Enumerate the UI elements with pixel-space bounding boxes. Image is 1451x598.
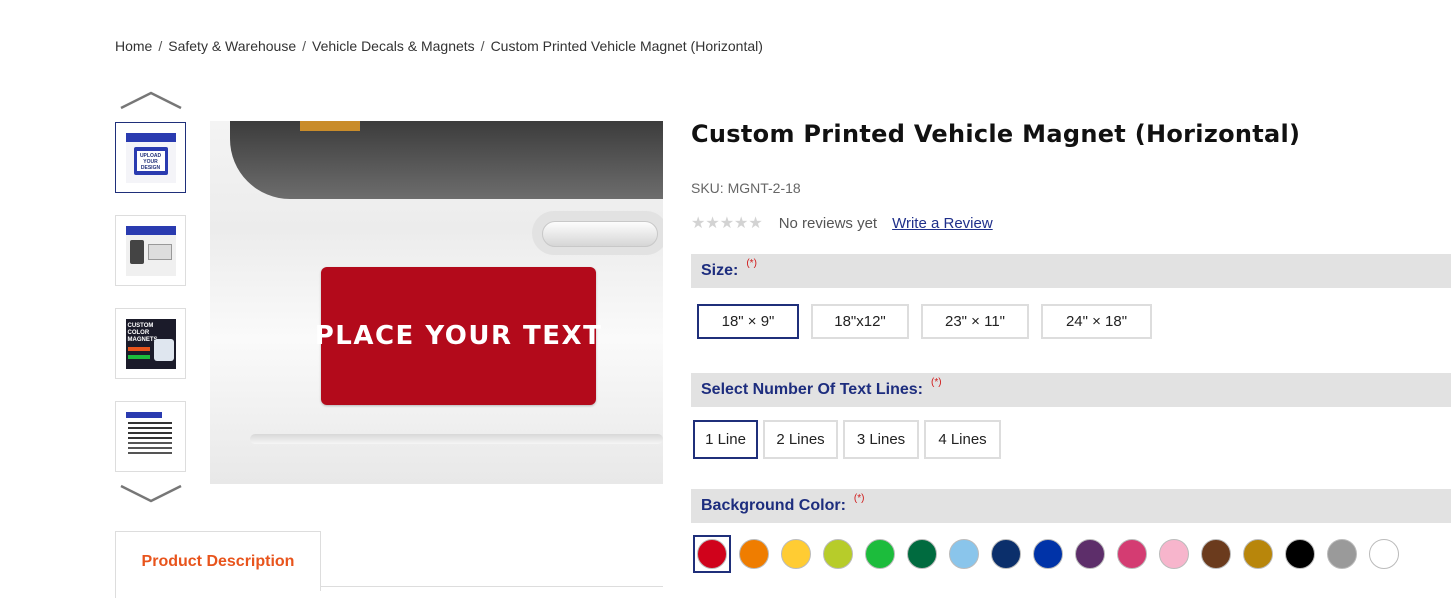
text-lines-option-2[interactable]: 2 Lines bbox=[763, 420, 838, 459]
color-swatch-11[interactable] bbox=[1113, 535, 1151, 573]
text-lines-label: Select Number Of Text Lines: bbox=[701, 381, 923, 398]
color-swatch-13[interactable] bbox=[1197, 535, 1235, 573]
thumbnail-image: CUSTOM COLOR MAGNETS bbox=[125, 318, 176, 369]
magnet-preview-text: PLACE YOUR TEXT bbox=[314, 321, 603, 351]
color-swatch-10[interactable] bbox=[1071, 535, 1109, 573]
thumbnail-gallery: UPLOAD YOUR DESIGN CUSTOM COLOR MAGNETS bbox=[115, 88, 187, 506]
star-rating-icon: ★★★★★ bbox=[691, 215, 763, 232]
breadcrumb-separator: / bbox=[302, 38, 307, 54]
color-swatch-14[interactable] bbox=[1239, 535, 1277, 573]
color-swatch-circle bbox=[1159, 539, 1189, 569]
breadcrumb-safety-warehouse[interactable]: Safety & Warehouse bbox=[168, 38, 296, 54]
color-swatch-1[interactable] bbox=[693, 535, 731, 573]
size-option-header: Size: (*) bbox=[691, 254, 1451, 288]
color-swatch-12[interactable] bbox=[1155, 535, 1193, 573]
required-marker: (*) bbox=[746, 257, 757, 269]
chevron-up-icon[interactable] bbox=[113, 88, 185, 112]
color-swatch-circle bbox=[1285, 539, 1315, 569]
background-color-option-header: Background Color: (*) bbox=[691, 489, 1451, 523]
color-swatch-17[interactable] bbox=[1365, 535, 1403, 573]
color-swatch-circle bbox=[823, 539, 853, 569]
breadcrumb-home[interactable]: Home bbox=[115, 38, 152, 54]
color-swatch-circle bbox=[907, 539, 937, 569]
required-marker: (*) bbox=[930, 376, 942, 388]
color-swatch-15[interactable] bbox=[1281, 535, 1319, 573]
color-swatch-circle bbox=[991, 539, 1021, 569]
magnet-preview: PLACE YOUR TEXT bbox=[315, 267, 601, 405]
tab-divider bbox=[321, 586, 663, 587]
write-review-link[interactable]: Write a Review bbox=[892, 215, 993, 232]
text-lines-option-1[interactable]: 1 Line bbox=[693, 420, 758, 459]
chevron-down-icon[interactable] bbox=[113, 482, 185, 506]
color-swatch-circle bbox=[739, 539, 769, 569]
product-sku: SKU: MGNT-2-18 bbox=[691, 180, 801, 196]
size-options: 18" × 9" 18"x12" 23" × 11" 24" × 18" bbox=[697, 304, 1164, 339]
color-swatch-4[interactable] bbox=[819, 535, 857, 573]
color-swatch-circle bbox=[1327, 539, 1357, 569]
color-swatch-circle bbox=[865, 539, 895, 569]
color-swatch-5[interactable] bbox=[861, 535, 899, 573]
tab-border bbox=[115, 586, 116, 598]
thumbnail-label: CUSTOM COLOR MAGNETS bbox=[127, 322, 158, 343]
thumbnail-image bbox=[125, 411, 176, 462]
size-label: Size: bbox=[701, 262, 739, 279]
no-reviews-text: No reviews yet bbox=[778, 214, 878, 232]
thumbnail-1[interactable]: UPLOAD YOUR DESIGN bbox=[115, 122, 186, 193]
text-lines-option-3[interactable]: 3 Lines bbox=[843, 420, 919, 459]
breadcrumb-separator: / bbox=[480, 38, 485, 54]
color-swatch-circle bbox=[1033, 539, 1063, 569]
color-swatch-2[interactable] bbox=[735, 535, 773, 573]
color-swatch-8[interactable] bbox=[987, 535, 1025, 573]
thumbnail-image: UPLOAD YOUR DESIGN bbox=[125, 132, 176, 183]
product-title: Custom Printed Vehicle Magnet (Horizonta… bbox=[691, 120, 1301, 148]
text-lines-options: 1 Line 2 Lines 3 Lines 4 Lines bbox=[693, 420, 1006, 459]
thumbnail-image bbox=[125, 225, 176, 276]
color-swatch-6[interactable] bbox=[903, 535, 941, 573]
tab-product-description[interactable]: Product Description bbox=[115, 531, 321, 591]
size-option-18x12[interactable]: 18"x12" bbox=[811, 304, 909, 339]
door-handle bbox=[542, 221, 658, 247]
color-swatch-9[interactable] bbox=[1029, 535, 1067, 573]
color-swatch-3[interactable] bbox=[777, 535, 815, 573]
color-swatch-circle bbox=[1117, 539, 1147, 569]
breadcrumb-separator: / bbox=[158, 38, 163, 54]
color-swatch-circle bbox=[697, 539, 727, 569]
color-swatch-circle bbox=[1369, 539, 1399, 569]
background-color-swatches bbox=[693, 535, 1407, 573]
background-color-label: Background Color: bbox=[701, 497, 846, 514]
size-option-18x9[interactable]: 18" × 9" bbox=[697, 304, 799, 339]
color-swatch-7[interactable] bbox=[945, 535, 983, 573]
color-swatch-circle bbox=[1201, 539, 1231, 569]
thumbnail-3[interactable]: CUSTOM COLOR MAGNETS bbox=[115, 308, 186, 379]
tab-product-description-label: Product Description bbox=[141, 552, 295, 570]
size-option-24x18[interactable]: 24" × 18" bbox=[1041, 304, 1152, 339]
breadcrumb-vehicle-decals[interactable]: Vehicle Decals & Magnets bbox=[312, 38, 475, 54]
breadcrumb-current: Custom Printed Vehicle Magnet (Horizonta… bbox=[490, 38, 763, 54]
thumbnail-4[interactable] bbox=[115, 401, 186, 472]
color-swatch-circle bbox=[1243, 539, 1273, 569]
color-swatch-circle bbox=[781, 539, 811, 569]
thumbnail-label: UPLOAD YOUR DESIGN bbox=[136, 150, 165, 171]
required-marker: (*) bbox=[853, 492, 865, 504]
text-lines-option-header: Select Number Of Text Lines: (*) bbox=[691, 373, 1451, 407]
product-rating: ★★★★★ No reviews yet Write a Review bbox=[691, 213, 993, 233]
main-product-image[interactable]: PLACE YOUR TEXT bbox=[210, 121, 663, 484]
breadcrumb: Home / Safety & Warehouse / Vehicle Decals &… bbox=[115, 38, 763, 54]
size-option-23x11[interactable]: 23" × 11" bbox=[921, 304, 1029, 339]
color-swatch-circle bbox=[949, 539, 979, 569]
color-swatch-circle bbox=[1075, 539, 1105, 569]
thumbnail-2[interactable] bbox=[115, 215, 186, 286]
text-lines-option-4[interactable]: 4 Lines bbox=[924, 420, 1001, 459]
color-swatch-16[interactable] bbox=[1323, 535, 1361, 573]
car-window bbox=[230, 121, 663, 199]
door-trim bbox=[250, 434, 663, 444]
